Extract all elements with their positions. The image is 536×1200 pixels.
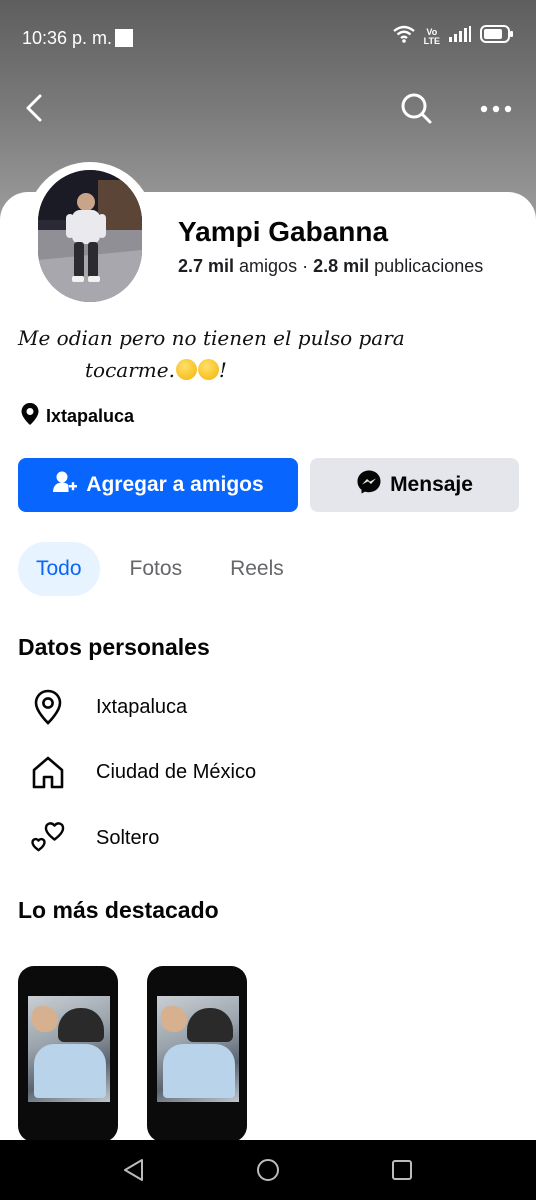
message-button[interactable]: Mensaje: [310, 458, 519, 512]
friends-label[interactable]: amigos: [239, 256, 297, 276]
thumbnail-shirt: [34, 1044, 106, 1098]
posts-label: publicaciones: [374, 256, 484, 276]
add-friend-label: Agregar a amigos: [86, 473, 264, 496]
highlight-thumbnail: [28, 996, 110, 1102]
avatar[interactable]: [38, 170, 142, 302]
location-text: Ixtapaluca: [46, 406, 135, 426]
tab-fotos[interactable]: Fotos: [112, 542, 201, 596]
detail-relationship-text: Soltero: [96, 826, 160, 849]
wifi-icon: [392, 24, 416, 49]
personal-details-title: Datos personales: [18, 634, 210, 660]
thumbnail-shirt: [163, 1044, 235, 1098]
detail-location-text: Ixtapaluca: [96, 695, 188, 718]
highlights-title: Lo más destacado: [18, 897, 219, 923]
detail-row-relationship: Soltero: [28, 818, 159, 858]
tab-reels[interactable]: Reels: [212, 542, 302, 596]
bio-end: !: [218, 358, 227, 382]
volte-bottom-label: LTE: [423, 35, 440, 46]
top-navigation: [0, 86, 536, 130]
stats-separator: ·: [302, 256, 309, 276]
hearts-icon: [28, 818, 68, 858]
location-pin-filled-icon: [20, 402, 40, 431]
add-friend-button[interactable]: Agregar a amigos: [18, 458, 298, 512]
detail-row-city: Ciudad de México: [28, 752, 256, 792]
nav-home-icon[interactable]: [254, 1156, 282, 1184]
notification-square-icon: [115, 29, 133, 47]
status-icons: Vo LTE: [392, 24, 514, 49]
bio-line-2-wrap: tocarme.!: [18, 354, 498, 386]
winking-tongue-emoji-icon: [197, 359, 219, 380]
profile-bio: Me odian pero no tienen el pulso para to…: [18, 322, 498, 386]
posts-count: 2.8 mil: [313, 256, 370, 276]
system-nav-bar: [0, 1140, 536, 1200]
back-icon[interactable]: [20, 90, 52, 126]
more-icon[interactable]: [476, 90, 516, 126]
nav-recents-icon[interactable]: [388, 1156, 416, 1184]
message-label: Mensaje: [390, 473, 473, 496]
search-icon[interactable]: [398, 90, 434, 126]
highlight-item[interactable]: [18, 966, 118, 1142]
highlight-item[interactable]: [147, 966, 247, 1142]
location-pin-icon: [28, 687, 68, 727]
shushing-face-emoji-icon: [175, 359, 197, 380]
add-friend-icon: [52, 469, 78, 501]
friends-count[interactable]: 2.7 mil: [178, 256, 234, 276]
detail-row-location: Ixtapaluca: [28, 687, 187, 727]
thumbnail-cap: [187, 1008, 233, 1042]
bio-line-1: Me odian pero no tienen el pulso para: [18, 326, 405, 350]
thumbnail-cap: [58, 1008, 104, 1042]
highlight-thumbnail: [157, 996, 239, 1102]
profile-location: Ixtapaluca: [20, 402, 134, 431]
nav-back-icon[interactable]: [120, 1156, 148, 1184]
tab-todo[interactable]: Todo: [18, 542, 100, 596]
volte-icon: Vo LTE: [423, 27, 440, 46]
profile-tabs: Todo Fotos Reels: [18, 542, 302, 596]
messenger-icon: [356, 469, 382, 501]
detail-city-text: Ciudad de México: [96, 760, 257, 783]
signal-icon: [448, 26, 472, 47]
thumbnail-hand: [161, 1006, 187, 1032]
thumbnail-hand: [32, 1006, 58, 1032]
bio-line-2: tocarme.: [85, 358, 175, 382]
status-time: 10:36 p. m.: [22, 28, 113, 48]
profile-stats: 2.7 mil amigos · 2.8 mil publicaciones: [178, 256, 483, 277]
status-bar: 10:36 p. m. Vo LTE: [0, 0, 536, 72]
battery-icon: [480, 25, 514, 48]
home-icon: [28, 752, 68, 792]
profile-name: Yampi Gabanna: [178, 216, 389, 247]
